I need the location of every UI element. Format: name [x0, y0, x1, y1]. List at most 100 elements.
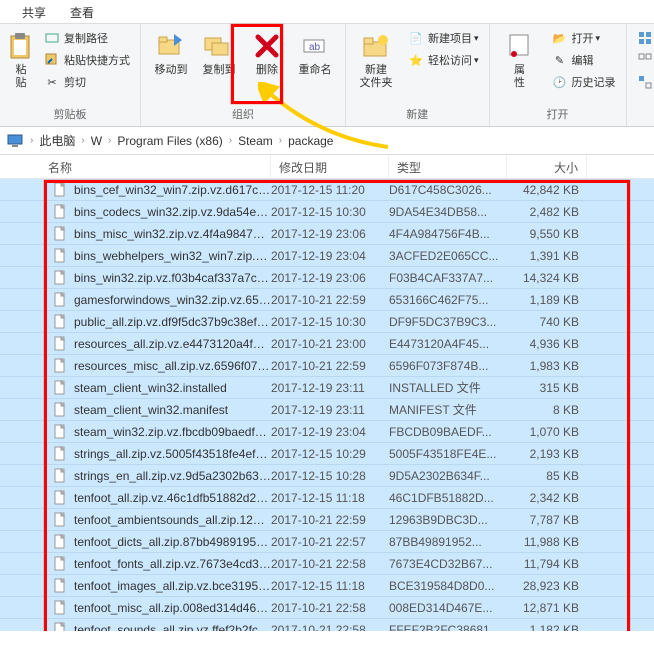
properties-button[interactable]: 属 性 [496, 28, 544, 92]
crumb-drive[interactable]: W [87, 134, 106, 148]
table-row[interactable]: bins_cef_win32_win7.zip.vz.d617c458c...2… [0, 179, 654, 201]
new-item-button[interactable]: 📄新建项目▾ [404, 28, 483, 48]
header-size[interactable]: 大小 [507, 155, 587, 178]
shortcut-icon [44, 52, 60, 68]
open-icon: 📂 [552, 30, 568, 46]
breadcrumb[interactable]: › 此电脑 › W › Program Files (x86) › Steam … [0, 127, 654, 155]
table-row[interactable]: bins_misc_win32.zip.vz.4f4a984756f4b...2… [0, 223, 654, 245]
table-row[interactable]: tenfoot_images_all.zip.vz.bce319584d...2… [0, 575, 654, 597]
file-date: 2017-12-15 11:20 [271, 183, 389, 197]
tab-view[interactable]: 查看 [58, 0, 106, 23]
chevron-right-icon[interactable]: › [279, 135, 282, 146]
chevron-right-icon[interactable]: › [30, 135, 33, 146]
rename-button[interactable]: ab重命名 [291, 28, 339, 79]
table-row[interactable]: public_all.zip.vz.df9f5dc37b9c38ef308...… [0, 311, 654, 333]
file-type: INSTALLED 文件 [389, 379, 507, 396]
delete-button[interactable]: 删除 [243, 28, 291, 79]
select-all-icon [637, 30, 653, 46]
table-row[interactable]: tenfoot_sounds_all.zip.vz.ffef2b2fc38...… [0, 619, 654, 631]
file-name: bins_misc_win32.zip.vz.4f4a984756f4b... [74, 227, 271, 241]
file-date: 2017-12-19 23:04 [271, 249, 389, 263]
select-all-button[interactable]: 全部选择 [633, 28, 654, 48]
file-size: 12,871 KB [507, 601, 587, 615]
table-row[interactable]: bins_win32.zip.vz.f03b4caf337a7c088...20… [0, 267, 654, 289]
chevron-right-icon[interactable]: › [108, 135, 111, 146]
file-type: E4473120A4F45... [389, 337, 507, 351]
new-folder-button[interactable]: 新建 文件夹 [352, 28, 400, 92]
new-folder-icon [360, 30, 392, 62]
table-row[interactable]: tenfoot_dicts_all.zip.87bb498919521...20… [0, 531, 654, 553]
chevron-right-icon[interactable]: › [229, 135, 232, 146]
file-type: 87BB49891952... [389, 535, 507, 549]
file-type: FBCDB09BAEDF... [389, 425, 507, 439]
history-button[interactable]: 🕑历史记录 [548, 72, 620, 92]
copy-icon [203, 30, 235, 62]
open-button[interactable]: 📂打开▾ [548, 28, 620, 48]
header-date[interactable]: 修改日期 [271, 155, 389, 178]
cut-button[interactable]: ✂剪切 [40, 72, 134, 92]
paste-button[interactable]: 粘 贴 [6, 28, 36, 92]
file-date: 2017-10-21 22:59 [271, 513, 389, 527]
table-row[interactable]: steam_client_win32.installed2017-12-19 2… [0, 377, 654, 399]
paste-shortcut-button[interactable]: 粘贴快捷方式 [40, 50, 134, 70]
header-name[interactable]: 名称 [0, 155, 271, 178]
table-row[interactable]: resources_misc_all.zip.vz.6596f073f87...… [0, 355, 654, 377]
file-name: tenfoot_sounds_all.zip.vz.ffef2b2fc38... [74, 623, 271, 632]
file-size: 85 KB [507, 469, 587, 483]
table-row[interactable]: strings_en_all.zip.vz.9d5a2302b634fe...2… [0, 465, 654, 487]
file-date: 2017-12-15 11:18 [271, 579, 389, 593]
group-clipboard: 粘 贴 复制路径 粘贴快捷方式 ✂剪切 剪贴板 [0, 24, 141, 126]
file-size: 11,988 KB [507, 535, 587, 549]
table-row[interactable]: tenfoot_ambientsounds_all.zip.12963...20… [0, 509, 654, 531]
file-size: 315 KB [507, 381, 587, 395]
file-name: tenfoot_ambientsounds_all.zip.12963... [74, 513, 271, 527]
table-row[interactable]: bins_codecs_win32.zip.vz.9da54e34d...201… [0, 201, 654, 223]
chevron-right-icon[interactable]: › [81, 135, 84, 146]
crumb-steam[interactable]: Steam [234, 134, 277, 148]
table-row[interactable]: bins_webhelpers_win32_win7.zip.vz.3a...2… [0, 245, 654, 267]
file-name: bins_cef_win32_win7.zip.vz.d617c458c... [74, 183, 271, 197]
crumb-pc[interactable]: 此电脑 [35, 132, 79, 149]
table-row[interactable]: steam_client_win32.manifest2017-12-19 23… [0, 399, 654, 421]
table-row[interactable]: tenfoot_misc_all.zip.008ed314d467ee...20… [0, 597, 654, 619]
copy-path-button[interactable]: 复制路径 [40, 28, 134, 48]
select-none-button[interactable]: 全部取消 [633, 50, 654, 70]
edit-icon: ✎ [552, 52, 568, 68]
move-to-button[interactable]: 移动到 [147, 28, 195, 79]
table-row[interactable]: gamesforwindows_win32.zip.vz.65316...201… [0, 289, 654, 311]
file-size: 1,070 KB [507, 425, 587, 439]
file-date: 2017-10-21 22:58 [271, 623, 389, 632]
crumb-program-files[interactable]: Program Files (x86) [113, 134, 226, 148]
crumb-package[interactable]: package [284, 134, 337, 148]
file-list: bins_cef_win32_win7.zip.vz.d617c458c...2… [0, 179, 654, 631]
history-icon: 🕑 [552, 74, 568, 90]
delete-x-icon [251, 30, 283, 62]
easy-access-icon: ⭐ [408, 52, 424, 68]
table-row[interactable]: resources_all.zip.vz.e4473120a4f4551...2… [0, 333, 654, 355]
file-type: 008ED314D467E... [389, 601, 507, 615]
file-name: resources_misc_all.zip.vz.6596f073f87... [74, 359, 271, 373]
copy-to-button[interactable]: 复制到 [195, 28, 243, 79]
file-type: MANIFEST 文件 [389, 401, 507, 418]
file-type: 3ACFED2E065CC... [389, 249, 507, 263]
file-size: 2,342 KB [507, 491, 587, 505]
table-row[interactable]: tenfoot_all.zip.vz.46c1dfb51882d27fb...2… [0, 487, 654, 509]
easy-access-button[interactable]: ⭐轻松访问▾ [404, 50, 483, 70]
svg-text:ab: ab [309, 42, 321, 53]
file-size: 7,787 KB [507, 513, 587, 527]
invert-selection-button[interactable]: 反向选择 [633, 72, 654, 92]
group-select: 全部选择 全部取消 反向选择 选择 [627, 24, 654, 126]
file-date: 2017-12-19 23:04 [271, 425, 389, 439]
header-type[interactable]: 类型 [389, 155, 507, 178]
edit-button[interactable]: ✎编辑 [548, 50, 620, 70]
table-row[interactable]: strings_all.zip.vz.5005f43518fe4ef07cc..… [0, 443, 654, 465]
group-open: 属 性 📂打开▾ ✎编辑 🕑历史记录 打开 [490, 24, 627, 126]
ribbon-tabs: 共享 查看 [0, 0, 654, 24]
tab-share[interactable]: 共享 [10, 0, 58, 23]
file-date: 2017-12-19 23:11 [271, 381, 389, 395]
file-date: 2017-10-21 23:00 [271, 337, 389, 351]
table-row[interactable]: steam_win32.zip.vz.fbcdb09baedf462...201… [0, 421, 654, 443]
clipboard-icon [5, 30, 37, 62]
table-row[interactable]: tenfoot_fonts_all.zip.vz.7673e4cd32b6...… [0, 553, 654, 575]
file-type: F03B4CAF337A7... [389, 271, 507, 285]
